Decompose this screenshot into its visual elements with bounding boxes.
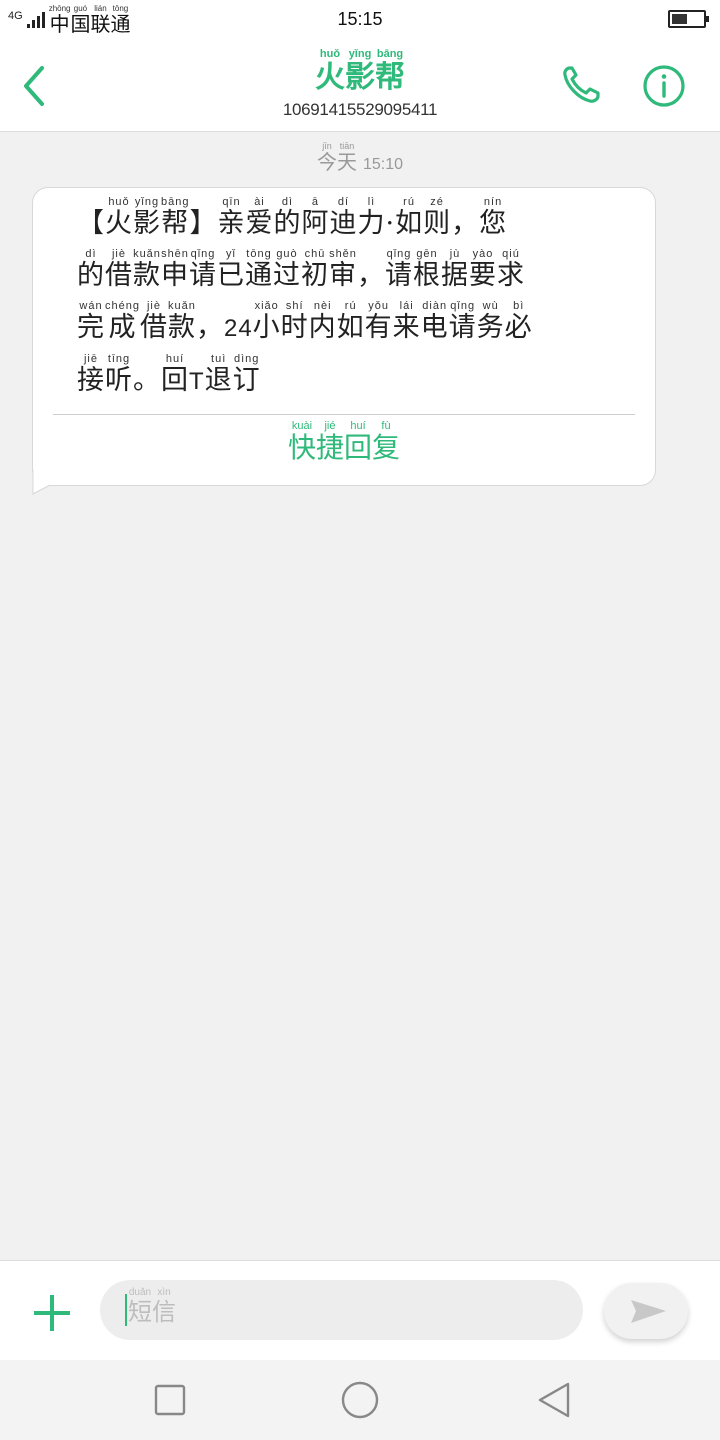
navigation-bar <box>0 1360 720 1440</box>
phone-icon <box>563 66 600 103</box>
status-time: 15:15 <box>337 9 383 29</box>
bubble-tail <box>32 470 51 495</box>
info-icon <box>643 65 685 107</box>
message-line: 完wán成chéng借jiè款kuǎn，24小xiǎo时shí内nèi如rú有y… <box>77 300 533 344</box>
contact-number: 10691415529095411 <box>282 100 438 119</box>
back-nav-button[interactable] <box>534 1380 574 1420</box>
send-button[interactable] <box>604 1283 688 1339</box>
message-line: 接jiē听tīng。回huíT退tuì订dìng <box>77 353 261 397</box>
quick-reply-button[interactable]: 快kuài捷jié回huí复fù <box>33 420 655 470</box>
conversation-header: 火huǒ影yǐng帮bāng 10691415529095411 <box>0 40 720 132</box>
message-bubble[interactable]: 【火huǒ影yǐng帮bāng】亲qīn爱ài的dì阿ā迪dí力lì·如rú则z… <box>32 187 656 486</box>
back-button[interactable] <box>18 62 52 110</box>
message-line: 【火huǒ影yǐng帮bāng】亲qīn爱ài的dì阿ā迪dí力lì·如rú则z… <box>77 196 508 240</box>
message-input-placeholder: 短duǎn信xìn <box>128 1287 176 1327</box>
status-bar: 4G 中zhōng国guó联lián通tōng 15:15 <box>0 0 720 40</box>
send-icon <box>631 1300 666 1323</box>
contact-name: 火huǒ影yǐng帮bāng <box>315 48 405 96</box>
add-attachment-button[interactable] <box>30 1291 74 1335</box>
recent-apps-button[interactable] <box>150 1380 190 1420</box>
circle-icon <box>341 1381 379 1419</box>
triangle-back-icon <box>538 1382 570 1418</box>
call-button[interactable] <box>558 62 604 108</box>
contact-info: 火huǒ影yǐng帮bāng 10691415529095411 <box>160 48 560 120</box>
message-line: 的dì借jiè款kuǎn申shēn请qǐng已yǐ通tōng过guò初chū审s… <box>77 248 525 292</box>
plus-icon <box>34 1295 70 1331</box>
text-caret <box>125 1294 127 1326</box>
home-button[interactable] <box>340 1380 380 1420</box>
battery-level <box>672 14 687 24</box>
compose-bar: 短duǎn信xìn <box>0 1260 720 1360</box>
message-time: 15:10 <box>362 156 404 173</box>
message-text: 【火huǒ影yǐng帮bāng】亲qīn爱ài的dì阿ā迪dí力lì·如rú则z… <box>77 196 597 406</box>
info-button[interactable] <box>640 62 688 110</box>
date-divider: 今jīn天tiān15:10 <box>316 141 404 175</box>
square-icon <box>154 1384 186 1416</box>
chevron-left-icon <box>24 66 44 106</box>
bubble-divider <box>53 414 635 415</box>
battery-icon <box>668 10 709 28</box>
